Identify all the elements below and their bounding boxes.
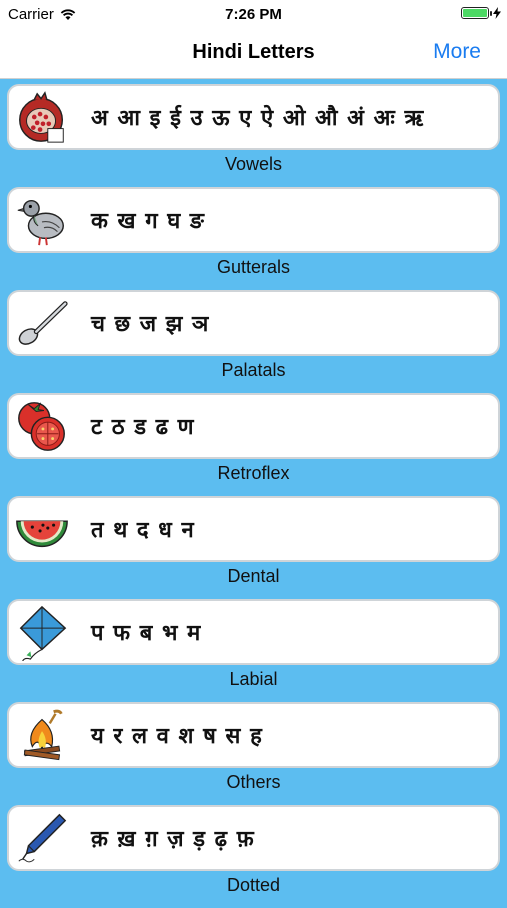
caption-retroflex: Retroflex [217,463,290,483]
battery-fill [463,9,487,17]
watermelon-icon [16,520,68,548]
status-time: 7:26 PM [225,6,282,23]
caption-dental: Dental [227,566,280,586]
letters-vowels: अ आ इ ई उ ऊ ए ऐ ओ औ अं अः ऋ [91,106,425,131]
letter-group-list: अ आ इ ई उ ऊ ए ऐ ओ औ अं अः ऋ Vowels क ख ग… [0,84,507,908]
letters-dental: त थ द ध न [91,518,195,543]
group-row-palatals: च छ ज झ ञ Palatals [0,290,507,393]
caption-labial: Labial [229,669,278,689]
letters-gutterals: क ख ग घ ङ [91,209,205,234]
group-card-vowels[interactable]: अ आ इ ई उ ऊ ए ऐ ओ औ अं अः ऋ [7,84,500,150]
battery-indicator [461,7,501,19]
tomato-icon [18,402,65,451]
group-card-palatals[interactable]: च छ ज झ ञ [7,290,500,356]
navigation-bar: Hindi Letters More [0,28,507,79]
group-row-dotted: क़ ख़ ग़ ज़ ड़ ढ़ फ़ Dotted [0,805,507,908]
group-row-retroflex: ट ठ ड ढ ण Retroflex [0,393,507,496]
fire-icon [23,709,63,761]
group-row-others: य र ल व श ष स ह Others [0,702,507,805]
caption-vowels: Vowels [224,154,283,174]
caption-others: Others [226,772,281,792]
caption-dotted: Dotted [226,875,281,895]
group-card-others[interactable]: य र ल व श ष स ह [7,702,500,768]
group-row-dental: त थ द ध न Dental [0,496,507,599]
pigeon-icon [17,199,64,246]
spoon-icon [18,301,68,345]
group-card-labial[interactable]: प फ ब भ म [7,599,500,665]
kite-icon [19,605,67,661]
caption-palatals: Palatals [221,360,286,380]
page-title: Hindi Letters [192,41,315,63]
group-row-vowels: अ आ इ ई उ ऊ ए ऐ ओ औ अं अः ऋ Vowels [0,84,507,187]
letters-retroflex: ट ठ ड ढ ण [91,415,195,440]
status-bar: Carrier 7:26 PM [0,0,507,28]
battery-icon [461,7,492,19]
charging-bolt-icon [493,7,501,19]
group-row-gutterals: क ख ग घ ङ Gutterals [0,187,507,290]
letters-palatals: च छ ज झ ञ [91,312,210,337]
group-card-dotted[interactable]: क़ ख़ ग़ ज़ ड़ ढ़ फ़ [7,805,500,871]
letters-labial: प फ ब भ म [91,621,202,646]
pen-icon [18,813,67,863]
group-card-gutterals[interactable]: क ख ग घ ङ [7,187,500,253]
caption-gutterals: Gutterals [216,257,291,277]
letters-others: य र ल व श ष स ह [91,724,263,749]
group-card-dental[interactable]: त थ द ध न [7,496,500,562]
group-card-retroflex[interactable]: ट ठ ड ढ ण [7,393,500,459]
group-row-labial: प फ ब भ म Labial [0,599,507,702]
more-button[interactable]: More [433,40,481,64]
letters-dotted: क़ ख़ ग़ ज़ ड़ ढ़ फ़ [91,827,255,852]
pomegranate-icon [19,91,64,143]
